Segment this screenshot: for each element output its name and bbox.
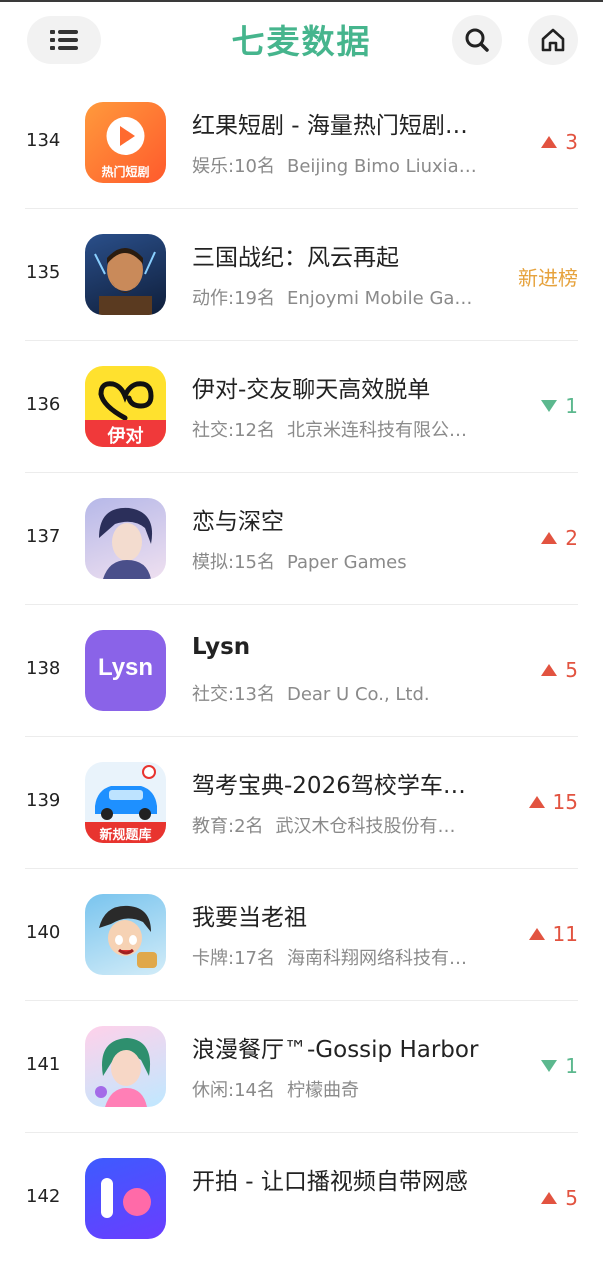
app-meta: 卡牌:17名 海南科翔网络科技有…: [192, 944, 492, 970]
rank-number: 138: [26, 658, 61, 679]
category-rank: 模拟:15名: [192, 552, 275, 573]
rank-up-icon: [541, 1192, 558, 1204]
rank-change: 15: [528, 790, 578, 814]
category-rank: 教育:2名: [192, 816, 264, 837]
rank-number: 137: [26, 526, 61, 547]
app-icon-text: 新规题库: [99, 828, 152, 843]
lysn-logo-icon: Lysn: [85, 630, 166, 711]
rank-up-icon: [541, 664, 558, 676]
list-item[interactable]: 136 伊对 伊对-交友聊天高效脱单 社交:12名 北京米连科技有限公… 1: [0, 340, 603, 472]
list-item[interactable]: 140 我要当老祖 卡牌:17名 海南科翔网络科技有… 11: [0, 868, 603, 1000]
app-meta: [192, 1208, 492, 1229]
developer-name: Dear U Co., Ltd.: [286, 684, 430, 705]
app-icon-text: Lysn: [97, 654, 154, 681]
category-rank: 社交:12名: [192, 420, 275, 441]
rank-change-value: 15: [552, 790, 578, 814]
app-title[interactable]: 三国战纪：风云再起: [192, 238, 492, 272]
developer-name: 武汉木仓科技股份有…: [275, 816, 456, 837]
hongguo-play-icon: 热门短剧: [85, 102, 166, 183]
app-meta: 模拟:15名 Paper Games: [192, 548, 492, 574]
rank-change-value: 1: [565, 1054, 578, 1078]
category-rank: 动作:19名: [192, 288, 275, 309]
list-item[interactable]: 134 热门短剧 红果短剧 - 海量热门短剧… 娱乐:10名 Beijing Bi…: [0, 76, 603, 208]
rank-number: 141: [26, 1054, 61, 1075]
list-item[interactable]: 138 Lysn Lysn 社交:13名 Dear U Co., Ltd. 5: [0, 604, 603, 736]
rank-number: 139: [26, 790, 61, 811]
rank-change-value: 5: [565, 1186, 578, 1210]
rank-up-icon: [528, 796, 545, 808]
app-title[interactable]: 伊对-交友聊天高效脱单: [192, 370, 492, 404]
rank-down-icon: [541, 1060, 558, 1072]
list-item[interactable]: 142 开拍 - 让口播视频自带网感 5: [0, 1132, 603, 1264]
search-button[interactable]: [452, 15, 502, 65]
app-icon-text: 伊对: [107, 426, 144, 447]
rank-change: 2: [541, 526, 578, 550]
app-meta: 社交:12名 北京米连科技有限公…: [192, 416, 492, 442]
developer-name: Enjoymi Mobile Ga…: [286, 288, 473, 309]
app-title[interactable]: 浪漫餐厅™-Gossip Harbor: [192, 1030, 492, 1064]
rank-change: 1: [541, 1054, 578, 1078]
rank-change: 3: [541, 130, 578, 154]
yidui-heart-icon: 伊对: [85, 366, 166, 447]
character-portrait-icon: [85, 498, 166, 579]
app-meta: 休闲:14名 柠檬曲奇: [192, 1076, 492, 1102]
rank-change-value: 11: [552, 922, 578, 946]
app-title[interactable]: 开拍 - 让口播视频自带网感: [192, 1162, 492, 1196]
developer-name: Paper Games: [286, 552, 407, 573]
app-meta: 动作:19名 Enjoymi Mobile Ga…: [192, 284, 492, 310]
app-meta: 教育:2名 武汉木仓科技股份有…: [192, 812, 492, 838]
rank-change-value: 2: [565, 526, 578, 550]
developer-name: 海南科翔网络科技有…: [286, 948, 467, 969]
rank-down-icon: [541, 400, 558, 412]
rank-number: 140: [26, 922, 61, 943]
app-header: 七麦数据: [0, 2, 603, 82]
warrior-portrait-icon: [85, 234, 166, 315]
brand-logo[interactable]: 七麦数据: [200, 20, 403, 64]
list-item[interactable]: 137 恋与深空 模拟:15名 Paper Games 2: [0, 472, 603, 604]
home-icon: [541, 28, 565, 52]
developer-name: Beijing Bimo Liuxia…: [286, 156, 477, 177]
category-rank: 社交:13名: [192, 684, 275, 705]
app-title[interactable]: 我要当老祖: [192, 898, 492, 932]
rank-change: 5: [541, 658, 578, 682]
home-button[interactable]: [528, 15, 578, 65]
app-meta: 娱乐:10名 Beijing Bimo Liuxia…: [192, 152, 492, 178]
developer-name: 北京米连科技有限公…: [286, 420, 467, 441]
list-item[interactable]: 135 三国战纪：风云再起 动作:19名 Enjoymi Mobile Ga… 新…: [0, 208, 603, 340]
car-icon: 新规题库: [85, 762, 166, 843]
app-title[interactable]: Lysn: [192, 634, 492, 660]
rank-number: 136: [26, 394, 61, 415]
rank-number: 135: [26, 262, 61, 283]
rank-change-value: 新进榜: [518, 266, 578, 290]
kaipai-logo-icon: [85, 1158, 166, 1239]
list-item[interactable]: 141 浪漫餐厅™-Gossip Harbor 休闲:14名 柠檬曲奇 1: [0, 1000, 603, 1132]
app-title[interactable]: 驾考宝典-2026驾校学车…: [192, 766, 492, 800]
rank-change-value: 5: [565, 658, 578, 682]
rank-change: 5: [541, 1186, 578, 1210]
rank-up-icon: [528, 928, 545, 940]
rank-up-icon: [541, 532, 558, 544]
list-item[interactable]: 139 新规题库 驾考宝典-2026驾校学车… 教育:2名 武汉木仓科技股份有… …: [0, 736, 603, 868]
rank-change: 新进榜: [518, 262, 578, 291]
search-icon: [465, 28, 489, 52]
app-meta: 社交:13名 Dear U Co., Ltd.: [192, 680, 492, 706]
rank-change: 11: [528, 922, 578, 946]
girl-portrait-icon: [85, 1026, 166, 1107]
list-menu-icon: [50, 30, 78, 50]
rank-change-value: 1: [565, 394, 578, 418]
menu-button[interactable]: [27, 16, 101, 64]
rank-up-icon: [541, 136, 558, 148]
category-rank: 休闲:14名: [192, 1080, 275, 1101]
developer-name: 柠檬曲奇: [286, 1080, 359, 1101]
rank-number: 134: [26, 130, 61, 151]
category-rank: 娱乐:10名: [192, 156, 275, 177]
rank-number: 142: [26, 1186, 61, 1207]
rank-change-value: 3: [565, 130, 578, 154]
app-icon-text: 热门短剧: [101, 165, 150, 179]
rank-change: 1: [541, 394, 578, 418]
app-title[interactable]: 红果短剧 - 海量热门短剧…: [192, 106, 492, 140]
app-title[interactable]: 恋与深空: [192, 502, 492, 536]
category-rank: 卡牌:17名: [192, 948, 275, 969]
cartoon-character-icon: [85, 894, 166, 975]
